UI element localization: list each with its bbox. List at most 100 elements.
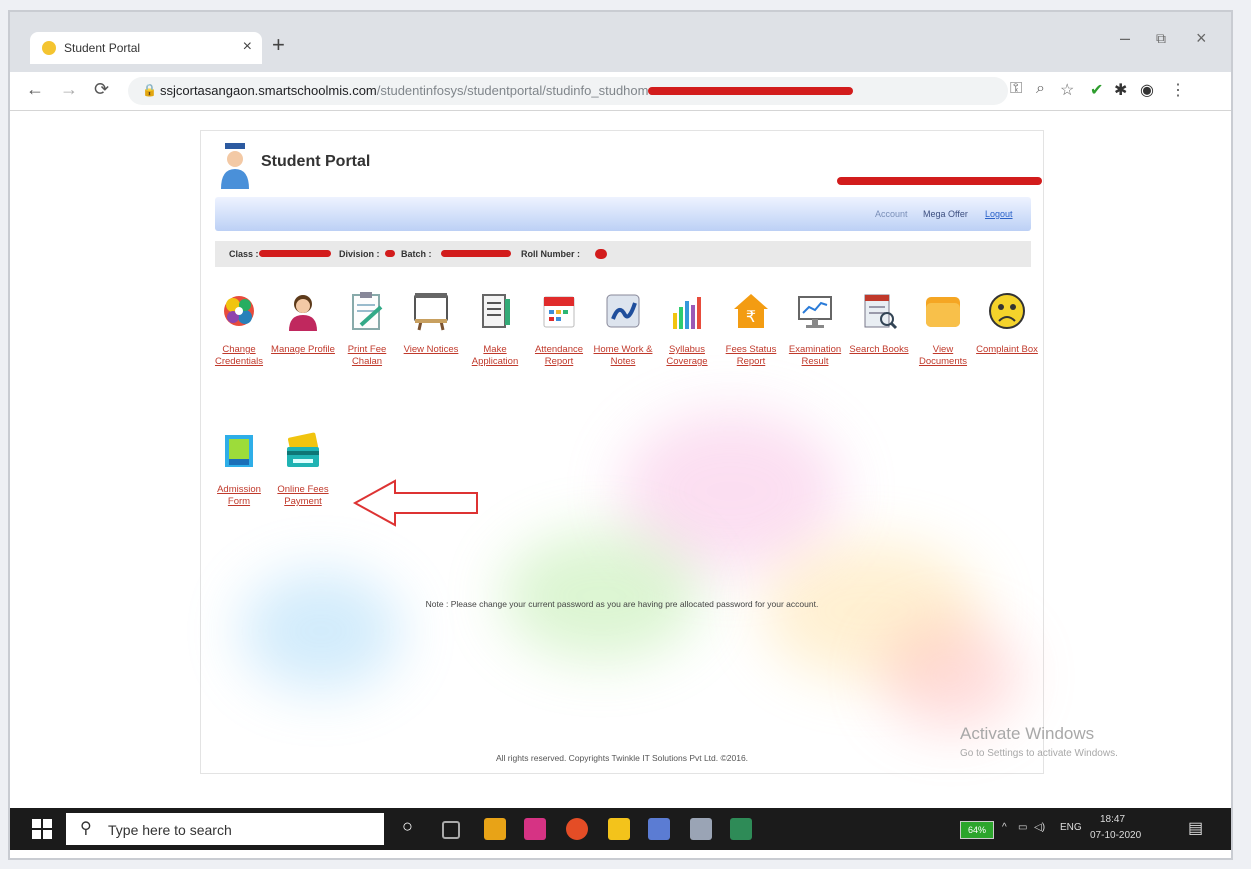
new-tab-button[interactable]: +: [272, 32, 285, 58]
windows-start-icon[interactable]: [32, 819, 52, 839]
language-indicator[interactable]: ENG: [1060, 822, 1082, 833]
chrome-app-icon[interactable]: [566, 818, 588, 840]
star-icon[interactable]: ☆: [1060, 80, 1074, 100]
tray-chevron-icon[interactable]: ^: [1002, 822, 1007, 833]
mega-offer-link[interactable]: Mega Offer: [923, 209, 968, 219]
logout-link[interactable]: Logout: [985, 209, 1013, 219]
restore-button[interactable]: ⧉: [1156, 30, 1166, 47]
screenshot-frame: Student Portal × + – ⧉ × ← → ⟳ 🔒 ssjcort…: [8, 10, 1233, 860]
url-path: /studentinfosys/studentportal/studinfo_s…: [376, 83, 656, 98]
puzzle-extension-icon[interactable]: ✱: [1114, 80, 1127, 100]
form-icon: [225, 435, 253, 467]
task-view-icon[interactable]: [442, 821, 460, 839]
tile-label: Change Credentials: [214, 344, 264, 367]
tile-label: Make Application: [471, 344, 519, 367]
paint-app-icon[interactable]: [690, 818, 712, 840]
calendar-icon: [543, 296, 575, 328]
notice-board-icon: [414, 293, 448, 331]
favicon-icon: [42, 41, 56, 55]
tile-online-fees-payment[interactable]: Online Fees Payment: [271, 431, 335, 508]
book-search-icon: [864, 294, 898, 330]
portal-title: Student Portal: [261, 153, 371, 170]
excel-app-icon[interactable]: [730, 818, 752, 840]
tile-label: Attendance Report: [534, 344, 584, 367]
document-icon: [482, 294, 510, 328]
tile-label: Examination Result: [788, 344, 842, 367]
tile-print-fee-chalan[interactable]: Print Fee Chalan: [335, 291, 399, 368]
tile-search-books[interactable]: Search Books: [847, 291, 911, 356]
clock-date[interactable]: 07-10-2020: [1090, 830, 1141, 841]
batch-redaction-mark: [441, 250, 511, 257]
tab-title: Student Portal: [64, 41, 141, 55]
close-window-button[interactable]: ×: [1196, 28, 1207, 49]
tile-label: Search Books: [849, 344, 909, 355]
sublime-app-icon[interactable]: [484, 818, 506, 840]
taskbar-search-box[interactable]: ⚲ Type here to search: [66, 813, 384, 845]
tile-label: Print Fee Chalan: [347, 344, 387, 367]
address-bar[interactable]: 🔒 ssjcortasangaon.smartschoolmis.com/stu…: [128, 77, 1008, 105]
word-app-icon[interactable]: [648, 818, 670, 840]
zoom-icon[interactable]: ⌕: [1036, 80, 1045, 98]
profile-icon[interactable]: ◉: [1140, 80, 1154, 100]
roll-number-label: Roll Number :: [521, 249, 581, 259]
browser-tab-strip: Student Portal × + – ⧉ ×: [10, 12, 1231, 72]
tile-manage-profile[interactable]: Manage Profile: [271, 291, 335, 356]
activate-line1: Activate Windows: [960, 724, 1095, 743]
volume-icon[interactable]: ◁): [1034, 822, 1045, 833]
url-text: ssjcortasangaon.smartschoolmis.com/stude…: [160, 83, 656, 98]
portal-menubar: Account Mega Offer Logout: [215, 197, 1031, 231]
pink-app-icon[interactable]: [524, 818, 546, 840]
check-extension-icon[interactable]: ✔: [1090, 80, 1103, 100]
bg-blob: [501, 531, 701, 661]
windows-taskbar: ⚲ Type here to search ○ 64% ^ ▭ ◁) ENG 1…: [10, 808, 1231, 850]
class-label: Class :: [229, 249, 259, 259]
search-icon: ⚲: [80, 820, 92, 837]
portal-page: Student Portal Account Mega Offer Logout…: [200, 130, 1044, 774]
tile-attendance-report[interactable]: Attendance Report: [527, 291, 591, 368]
battery-indicator[interactable]: 64%: [960, 821, 994, 839]
tile-examination-result[interactable]: Examination Result: [783, 291, 847, 368]
tile-complaint-box[interactable]: Complaint Box: [975, 291, 1039, 356]
taskbar-search-placeholder: Type here to search: [108, 822, 232, 838]
copyright-footer: All rights reserved. Copyrights Twinkle …: [495, 753, 749, 763]
card-payment-icon: [287, 432, 319, 467]
back-arrow-icon[interactable]: ←: [26, 79, 44, 100]
tile-home-work-notes[interactable]: Home Work & Notes: [591, 291, 655, 368]
menu-dots-icon[interactable]: ⋮: [1170, 80, 1186, 100]
activate-line2: Go to Settings to activate Windows.: [960, 748, 1118, 759]
division-redaction-mark: [385, 250, 395, 257]
account-link[interactable]: Account: [875, 209, 908, 219]
tab-close-button[interactable]: ×: [243, 38, 252, 56]
username-redaction-mark: [837, 177, 1042, 185]
cortana-icon[interactable]: ○: [402, 816, 424, 838]
tile-label: View Documents: [918, 344, 968, 367]
lock-icon: 🔒: [142, 83, 157, 97]
forward-arrow-icon[interactable]: →: [60, 79, 78, 100]
tile-label: View Notices: [403, 344, 459, 355]
network-icon[interactable]: ▭: [1018, 822, 1027, 833]
tile-make-application[interactable]: Make Application: [463, 291, 527, 368]
tile-label: Home Work & Notes: [593, 344, 653, 367]
tile-admission-form[interactable]: Admission Form: [207, 431, 271, 508]
clock-time[interactable]: 18:47: [1100, 814, 1125, 825]
bg-blob: [241, 571, 401, 691]
tile-view-notices[interactable]: View Notices: [399, 291, 463, 356]
division-label: Division :: [339, 249, 380, 259]
tile-label: Syllabus Coverage: [666, 344, 708, 367]
bar-chart-icon: [673, 297, 701, 329]
tile-view-documents[interactable]: View Documents: [911, 291, 975, 368]
notification-center-icon[interactable]: ▤: [1188, 818, 1203, 838]
gears-icon: [224, 296, 254, 326]
minimize-button[interactable]: –: [1120, 28, 1130, 49]
svg-text:₹: ₹: [746, 307, 756, 326]
tile-syllabus-coverage[interactable]: Syllabus Coverage: [655, 291, 719, 368]
file-explorer-icon[interactable]: [608, 818, 630, 840]
bg-blob: [881, 621, 1021, 731]
key-icon[interactable]: ⚿: [1010, 80, 1022, 98]
reload-icon[interactable]: ⟳: [94, 79, 109, 100]
monitor-chart-icon: [798, 296, 832, 328]
tile-change-credentials[interactable]: Change Credentials: [207, 291, 271, 368]
tile-fees-status-report[interactable]: ₹ Fees Status Report: [719, 291, 783, 368]
browser-tab[interactable]: Student Portal ×: [30, 32, 262, 64]
tile-label: Admission Form: [217, 484, 261, 507]
